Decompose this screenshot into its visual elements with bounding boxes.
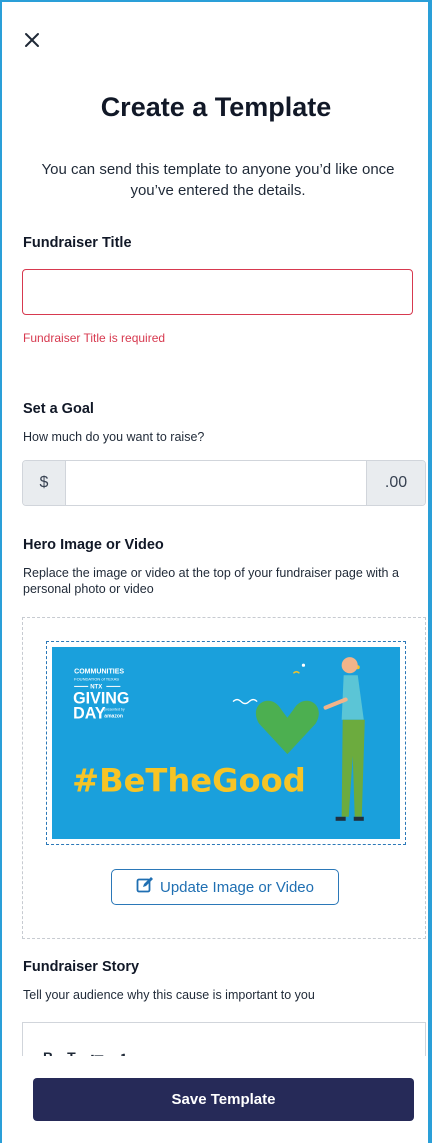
goal-help: How much do you want to raise? xyxy=(23,430,205,444)
brand-foundation: FOUNDATION of TEXAS xyxy=(74,676,119,681)
story-help: Tell your audience why this cause is imp… xyxy=(23,988,315,1002)
brand-communities: COMMUNITIES xyxy=(74,668,124,675)
fundraiser-title-input[interactable] xyxy=(22,269,413,315)
story-label: Fundraiser Story xyxy=(23,959,140,975)
update-image-label: Update Image or Video xyxy=(160,878,314,896)
goal-currency-prefix: $ xyxy=(23,461,66,505)
goal-decimal-suffix: .00 xyxy=(366,461,425,505)
close-icon[interactable] xyxy=(22,30,42,50)
modal-intro: You can send this template to anyone you… xyxy=(41,161,395,199)
goal-input-group: $ .00 xyxy=(22,460,426,506)
brand-amazon: amazon xyxy=(104,714,123,720)
fundraiser-title-error: Fundraiser Title is required xyxy=(23,331,166,345)
hero-hashtag: #BeTheGood xyxy=(72,761,306,799)
brand-presented: presented by xyxy=(104,708,125,712)
hero-image: COMMUNITIES FOUNDATION of TEXAS NTX GIVI… xyxy=(52,647,400,839)
goal-amount-input[interactable] xyxy=(66,461,366,505)
edit-icon xyxy=(136,876,154,898)
hero-label: Hero Image or Video xyxy=(23,537,164,553)
modal-title: Create a Template xyxy=(100,92,332,122)
hero-image-frame: COMMUNITIES FOUNDATION of TEXAS NTX GIVI… xyxy=(46,641,406,845)
hero-help: Replace the image or video at the top of… xyxy=(23,566,399,596)
update-image-button[interactable]: Update Image or Video xyxy=(111,869,339,905)
goal-label: Set a Goal xyxy=(23,401,94,417)
fundraiser-title-label: Fundraiser Title xyxy=(23,235,132,251)
brand-day: DAY xyxy=(73,705,106,723)
save-template-button[interactable]: Save Template xyxy=(33,1078,414,1121)
